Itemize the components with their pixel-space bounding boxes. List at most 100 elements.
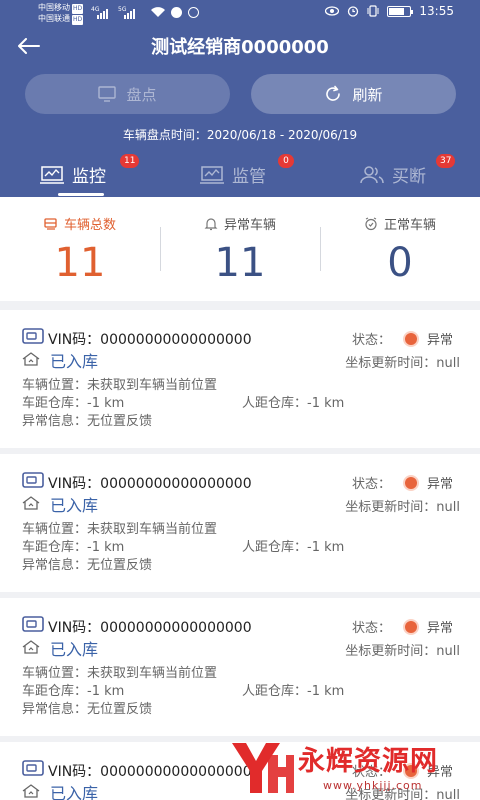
stat-label-text: 正常车辆 <box>383 218 436 233</box>
coord-update-time: 坐标更新时间：null <box>345 644 460 659</box>
tab-bar: 监控 11 监管 0 买断 37 <box>0 150 480 197</box>
vin-number: VIN码：00000000000000000 <box>48 332 252 348</box>
vin-number: VIN码：00000000000000000 <box>48 620 252 636</box>
coord-update-time: 坐标更新时间：null <box>345 500 460 515</box>
warehouse-icon <box>22 784 40 798</box>
car-distance: 车距仓库：-1 km <box>22 396 125 411</box>
header: 中国移动 HD 中国联通 HD 4G 5G 13:55 测试经销商0000000 盘… <box>0 0 480 197</box>
users-icon <box>360 165 384 183</box>
supervise-icon <box>200 165 224 184</box>
tab-badge: 37 <box>436 154 456 168</box>
stat-label-text: 车辆总数 <box>63 218 116 233</box>
vin-card-icon <box>22 616 44 632</box>
vehicle-card[interactable]: VIN码：00000000000000000 状态： 异常 已入库 坐标更新时间… <box>0 310 480 448</box>
stat-total[interactable]: 车辆总数 11 <box>0 214 160 285</box>
store-status: 已入库 <box>50 352 99 371</box>
refresh-button[interactable]: 刷新 <box>251 74 456 114</box>
stat-normal[interactable]: 正常车辆 0 <box>320 214 480 285</box>
state-value: 异常 <box>427 333 454 348</box>
inventory-button[interactable]: 盘点 <box>25 74 230 114</box>
hd-tag: HD <box>72 4 84 14</box>
carrier-info: 中国移动 HD 中国联通 HD <box>38 3 84 25</box>
stat-label: 正常车辆 <box>320 214 480 233</box>
stat-value: 0 <box>387 240 413 286</box>
person-distance: 人距仓库：-1 km <box>242 540 345 555</box>
inventory-label: 盘点 <box>126 85 157 104</box>
battery-icon <box>387 5 414 17</box>
vin-card-icon <box>22 472 44 488</box>
vehicle-location: 车辆位置：未获取到车辆当前位置 <box>22 378 218 393</box>
abnormal-dot-icon <box>405 333 417 345</box>
abnormal-dot-icon <box>405 477 417 489</box>
abnormal-info: 异常信息：无位置反馈 <box>22 558 153 573</box>
car-distance: 车距仓库：-1 km <box>22 684 125 699</box>
tab-badge: 11 <box>120 154 140 168</box>
app-notification-icon <box>188 7 199 18</box>
monitor-chart-icon <box>40 165 64 184</box>
clock: 13:55 <box>419 4 454 18</box>
person-distance: 人距仓库：-1 km <box>242 396 345 411</box>
vehicle-location: 车辆位置：未获取到车辆当前位置 <box>22 522 218 537</box>
tab-supervise[interactable]: 监管 0 <box>200 154 294 187</box>
eye-icon <box>325 6 340 16</box>
refresh-icon <box>326 85 341 101</box>
person-distance: 人距仓库：-1 km <box>242 684 345 699</box>
tab-label: 监管 <box>232 167 266 187</box>
stat-label: 异常车辆 <box>160 214 320 233</box>
bell-icon <box>204 217 218 230</box>
vehicle-card[interactable]: VIN码：00000000000000000 状态： 异常 已入库 坐标更新时间… <box>0 454 480 592</box>
state-label: 状态： <box>352 477 392 492</box>
store-status: 已入库 <box>50 640 99 659</box>
alarm-icon <box>348 6 359 17</box>
vin-number: VIN码：00000000000000000 <box>48 476 252 492</box>
vehicle-location: 车辆位置：未获取到车辆当前位置 <box>22 666 218 681</box>
vin-card-icon <box>22 328 44 344</box>
stat-label-text: 异常车辆 <box>223 218 276 233</box>
stat-label: 车辆总数 <box>0 214 160 233</box>
abnormal-dot-icon <box>405 621 417 633</box>
state-label: 状态： <box>352 621 392 636</box>
store-status: 已入库 <box>50 496 99 515</box>
state-value: 异常 <box>427 477 454 492</box>
hd-tag: HD <box>72 15 84 25</box>
tab-label: 买断 <box>392 167 426 187</box>
warehouse-icon <box>22 496 40 510</box>
state-value: 异常 <box>427 621 454 636</box>
watermark-logo-icon <box>232 743 294 793</box>
car-icon <box>44 217 57 230</box>
stat-value: 11 <box>54 240 106 286</box>
vin-card-icon <box>22 760 44 776</box>
watermark-url: www.yhkjjj.com <box>323 779 423 792</box>
refresh-label: 刷新 <box>352 85 383 104</box>
warehouse-icon <box>22 352 40 366</box>
tab-badge: 0 <box>278 154 294 168</box>
stats-panel: 车辆总数 11 异常车辆 11 正常车辆 0 <box>0 197 480 301</box>
signal-icon <box>124 7 135 19</box>
abnormal-info: 异常信息：无位置反馈 <box>22 414 153 429</box>
clock-check-icon <box>365 217 377 230</box>
tab-buyout[interactable]: 买断 37 <box>360 154 456 187</box>
tab-indicator <box>58 193 104 196</box>
store-status: 已入库 <box>50 784 99 800</box>
stat-value: 11 <box>214 240 266 286</box>
stat-abnormal[interactable]: 异常车辆 11 <box>160 214 320 285</box>
car-distance: 车距仓库：-1 km <box>22 540 125 555</box>
watermark: 永辉资源网 www.yhkjjj.com <box>228 735 480 800</box>
monitor-icon <box>98 86 117 102</box>
signal-icon <box>97 7 108 19</box>
vin-number: VIN码：00000000000000000 <box>48 764 252 780</box>
wifi-icon <box>151 7 165 17</box>
status-right: 13:55 <box>325 4 454 18</box>
abnormal-info: 异常信息：无位置反馈 <box>22 702 153 717</box>
tab-label: 监控 <box>72 167 106 187</box>
warehouse-icon <box>22 640 40 654</box>
status-bar: 中国移动 HD 中国联通 HD 4G 5G 13:55 <box>0 0 480 26</box>
coord-update-time: 坐标更新时间：null <box>345 356 460 371</box>
vehicle-card[interactable]: VIN码：00000000000000000 状态： 异常 已入库 坐标更新时间… <box>0 598 480 736</box>
vibrate-icon <box>367 5 379 17</box>
check-time: 车辆盘点时间：2020/06/18 - 2020/06/19 <box>122 128 358 142</box>
carrier-2: 中国联通 <box>38 14 70 23</box>
carrier-1: 中国移动 <box>38 3 70 12</box>
watermark-text: 永辉资源网 <box>298 746 438 777</box>
tab-monitor[interactable]: 监控 11 <box>40 154 140 187</box>
